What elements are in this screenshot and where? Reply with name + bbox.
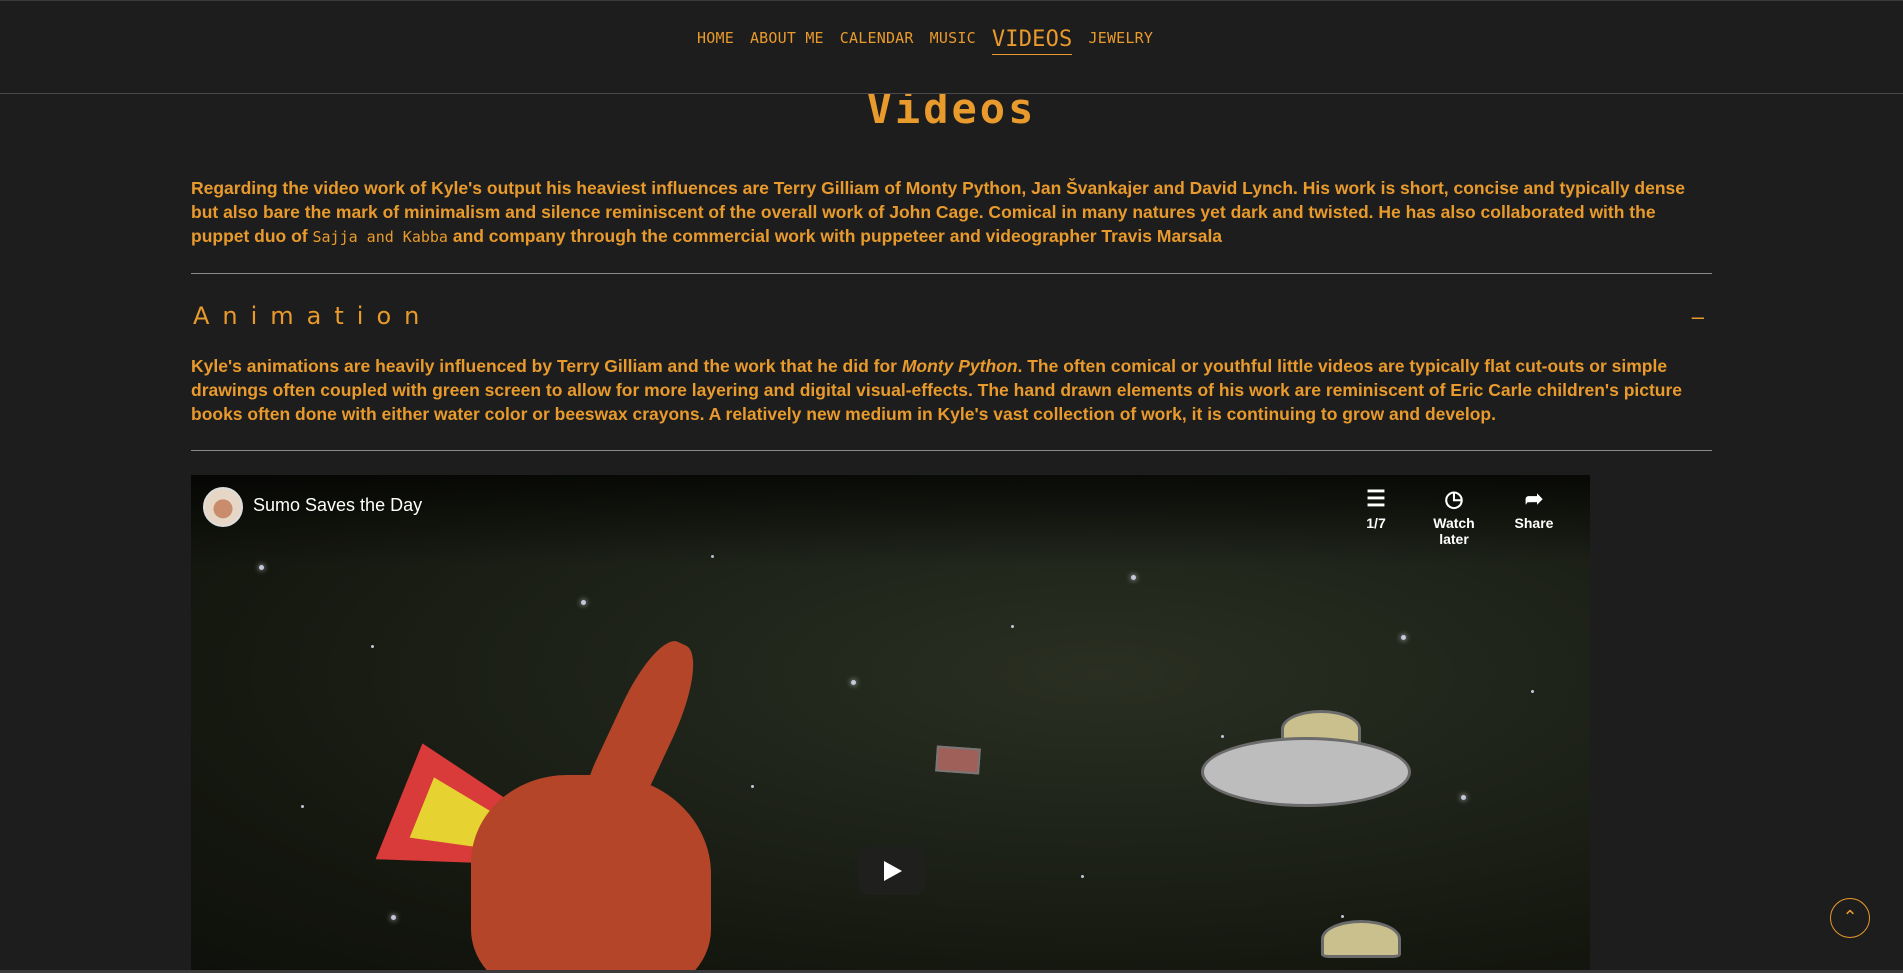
divider: [191, 273, 1712, 274]
share-button[interactable]: ➦ Share: [1499, 486, 1569, 532]
star: [1011, 625, 1014, 628]
star: [1461, 795, 1466, 800]
star: [301, 805, 304, 808]
star: [1341, 915, 1344, 918]
sajja-kabba-link[interactable]: Sajja and Kabba: [313, 228, 448, 246]
star: [1221, 735, 1224, 738]
video-player[interactable]: Sumo Saves the Day ☰ 1/7 ◷ Watch later ➦…: [191, 475, 1590, 973]
watch-later-label: Watch later: [1433, 515, 1475, 547]
section-title: Animation: [193, 302, 433, 330]
intro-text-2: and company through the commercial work …: [447, 226, 1223, 246]
scroll-to-top-button[interactable]: ⌃: [1830, 898, 1870, 938]
nav-about-me[interactable]: ABOUT ME: [750, 29, 824, 47]
star: [259, 565, 264, 570]
star: [1401, 635, 1406, 640]
play-button[interactable]: [858, 847, 926, 895]
watch-later-button[interactable]: ◷ Watch later: [1419, 486, 1489, 548]
nav-music[interactable]: MUSIC: [930, 29, 976, 47]
nav-calendar[interactable]: CALENDAR: [840, 29, 914, 47]
nav-home[interactable]: HOME: [697, 29, 734, 47]
animation-section-header[interactable]: Animation –: [193, 300, 1712, 334]
desc-emphasis: Monty Python: [901, 356, 1018, 376]
playlist-icon: ☰: [1366, 486, 1386, 511]
top-navigation: HOME ABOUT ME CALENDAR MUSIC VIDEOS JEWE…: [0, 0, 1903, 94]
desc-text-1: Kyle's animations are heavily influenced…: [191, 356, 902, 376]
ufo-dome: [1321, 920, 1401, 958]
star: [371, 645, 374, 648]
intro-paragraph: Regarding the video work of Kyle's outpu…: [191, 176, 1712, 249]
video-title[interactable]: Sumo Saves the Day: [253, 495, 422, 516]
star: [851, 680, 856, 685]
clock-icon: ◷: [1444, 486, 1464, 511]
star: [751, 785, 754, 788]
ufo: [1201, 737, 1411, 807]
star: [391, 915, 396, 920]
nav-menu: HOME ABOUT ME CALENDAR MUSIC VIDEOS JEWE…: [697, 27, 1169, 55]
collapse-toggle-icon[interactable]: –: [1692, 304, 1704, 330]
playlist-button[interactable]: ☰ 1/7: [1341, 486, 1411, 532]
divider: [191, 450, 1712, 451]
nav-videos[interactable]: VIDEOS: [991, 27, 1073, 55]
playlist-label: 1/7: [1366, 515, 1386, 531]
floating-card: [935, 745, 981, 775]
star: [1081, 875, 1084, 878]
channel-avatar[interactable]: [203, 487, 243, 527]
star: [581, 600, 586, 605]
star: [1131, 575, 1136, 580]
nav-jewelry[interactable]: JEWELRY: [1088, 29, 1153, 47]
share-label: Share: [1514, 515, 1554, 531]
animation-description: Kyle's animations are heavily influenced…: [191, 354, 1712, 426]
star: [1531, 690, 1534, 693]
share-icon: ➦: [1524, 486, 1544, 511]
